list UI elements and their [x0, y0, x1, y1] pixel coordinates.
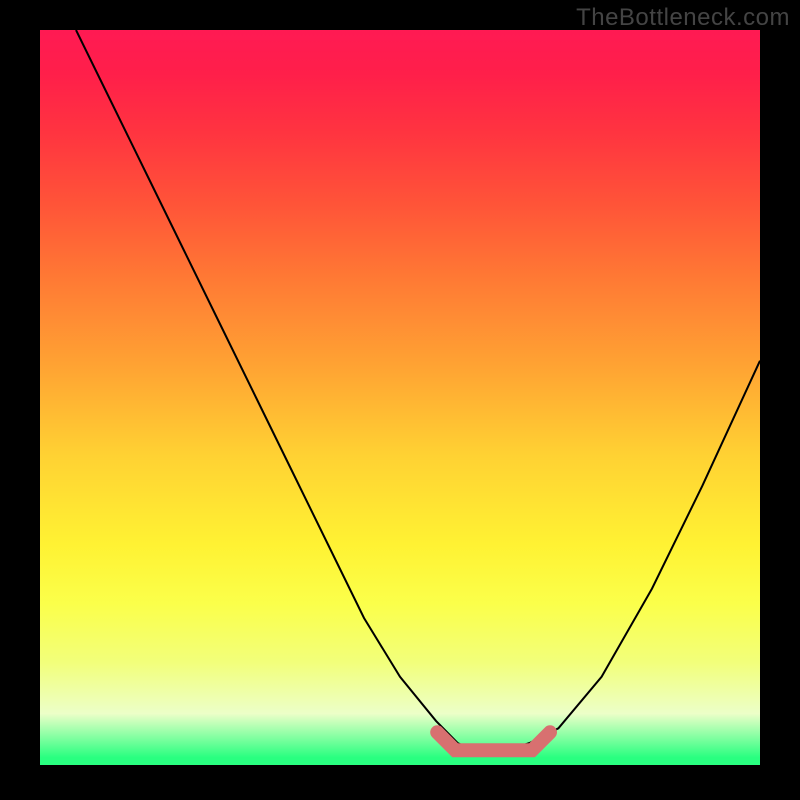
plot-area: [40, 30, 760, 765]
curve-svg: [40, 30, 760, 765]
chart-frame: TheBottleneck.com: [0, 0, 800, 800]
optimal-range-marker: [437, 732, 550, 750]
watermark-label: TheBottleneck.com: [576, 4, 790, 32]
bottleneck-curve-path: [76, 30, 760, 750]
